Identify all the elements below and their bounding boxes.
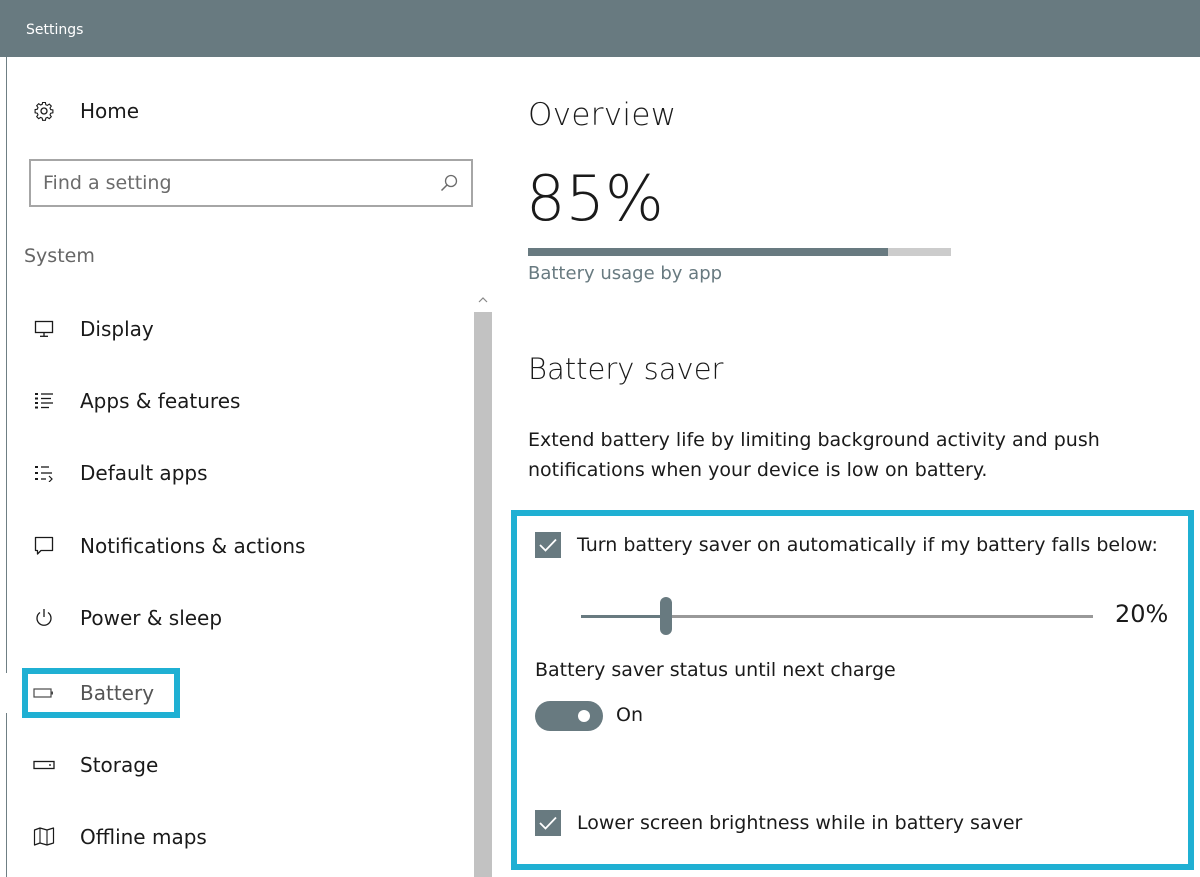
sidebar-item-label: Offline maps: [80, 825, 207, 849]
sidebar-item-default-apps[interactable]: Default apps: [8, 451, 468, 495]
title-bar: Settings: [0, 0, 1200, 57]
lower-brightness-row[interactable]: Lower screen brightness while in battery…: [535, 810, 1022, 836]
toggle-knob: [578, 710, 590, 722]
sidebar-item-label: Notifications & actions: [80, 534, 306, 558]
battery-threshold-value: 20%: [1115, 600, 1169, 628]
section-label: System: [24, 245, 95, 267]
default-apps-icon: [33, 462, 55, 484]
window-title: Settings: [26, 22, 84, 38]
sidebar-item-label: Battery: [80, 681, 155, 705]
monitor-icon: [33, 318, 55, 340]
battery-percentage: 85%: [526, 162, 664, 235]
auto-battery-saver-label: Turn battery saver on automatically if m…: [577, 534, 1158, 556]
checkmark-icon: [539, 538, 557, 552]
battery-saver-status-label: Battery saver status until next charge: [535, 659, 896, 681]
sidebar-item-label: Apps & features: [80, 389, 241, 413]
battery-saver-options: Turn battery saver on automatically if m…: [511, 510, 1194, 870]
battery-saver-status-toggle[interactable]: [535, 701, 603, 731]
checkmark-icon: [539, 816, 557, 830]
message-icon: [33, 535, 55, 557]
toggle-state-label: On: [616, 704, 643, 726]
battery-threshold-slider[interactable]: [573, 596, 1093, 636]
sidebar-scrollbar[interactable]: [474, 290, 492, 877]
slider-track-filled: [581, 615, 667, 618]
sidebar-item-offline-maps[interactable]: Offline maps: [8, 815, 468, 859]
auto-battery-saver-row[interactable]: Turn battery saver on automatically if m…: [535, 532, 1158, 558]
search-box: [29, 159, 473, 207]
search-icon[interactable]: [439, 173, 461, 195]
battery-saver-heading: Battery saver: [528, 352, 724, 386]
battery-usage-link[interactable]: Battery usage by app: [528, 263, 722, 284]
sidebar-item-label: Default apps: [80, 461, 208, 485]
sidebar-item-notifications[interactable]: Notifications & actions: [8, 524, 468, 568]
storage-icon: [33, 754, 55, 776]
gear-icon: [33, 100, 55, 122]
sidebar-item-power-sleep[interactable]: Power & sleep: [8, 596, 468, 640]
power-icon: [33, 607, 55, 629]
sidebar: Home System Display: [6, 57, 492, 877]
search-input[interactable]: [43, 169, 423, 197]
list-icon: [33, 390, 55, 412]
battery-charge-fill: [528, 248, 888, 256]
battery-saver-description: Extend battery life by limiting backgrou…: [528, 429, 1100, 481]
lower-brightness-label: Lower screen brightness while in battery…: [577, 812, 1023, 834]
slider-track-empty: [667, 615, 1093, 618]
battery-charge-bar: [528, 248, 951, 256]
sidebar-item-label: Power & sleep: [80, 606, 223, 630]
map-icon: [33, 826, 55, 848]
sidebar-item-label: Storage: [80, 753, 159, 777]
lower-brightness-checkbox[interactable]: [535, 810, 561, 836]
sidebar-item-label: Home: [80, 99, 140, 123]
sidebar-item-label: Display: [80, 317, 154, 341]
slider-thumb[interactable]: [660, 597, 672, 635]
battery-icon: [33, 682, 55, 704]
sidebar-item-storage[interactable]: Storage: [8, 743, 468, 787]
scroll-up-arrow-icon[interactable]: [474, 290, 492, 308]
window-left-edge: [0, 57, 7, 877]
sidebar-item-battery[interactable]: Battery: [8, 671, 468, 715]
main-content: Overview 85% Battery usage by app Batter…: [493, 57, 1200, 877]
sidebar-item-display[interactable]: Display: [8, 307, 468, 351]
sidebar-item-home[interactable]: Home: [8, 89, 468, 133]
auto-battery-saver-checkbox[interactable]: [535, 532, 561, 558]
sidebar-item-apps-features[interactable]: Apps & features: [8, 379, 468, 423]
scroll-thumb[interactable]: [474, 312, 492, 877]
overview-heading: Overview: [528, 97, 677, 133]
